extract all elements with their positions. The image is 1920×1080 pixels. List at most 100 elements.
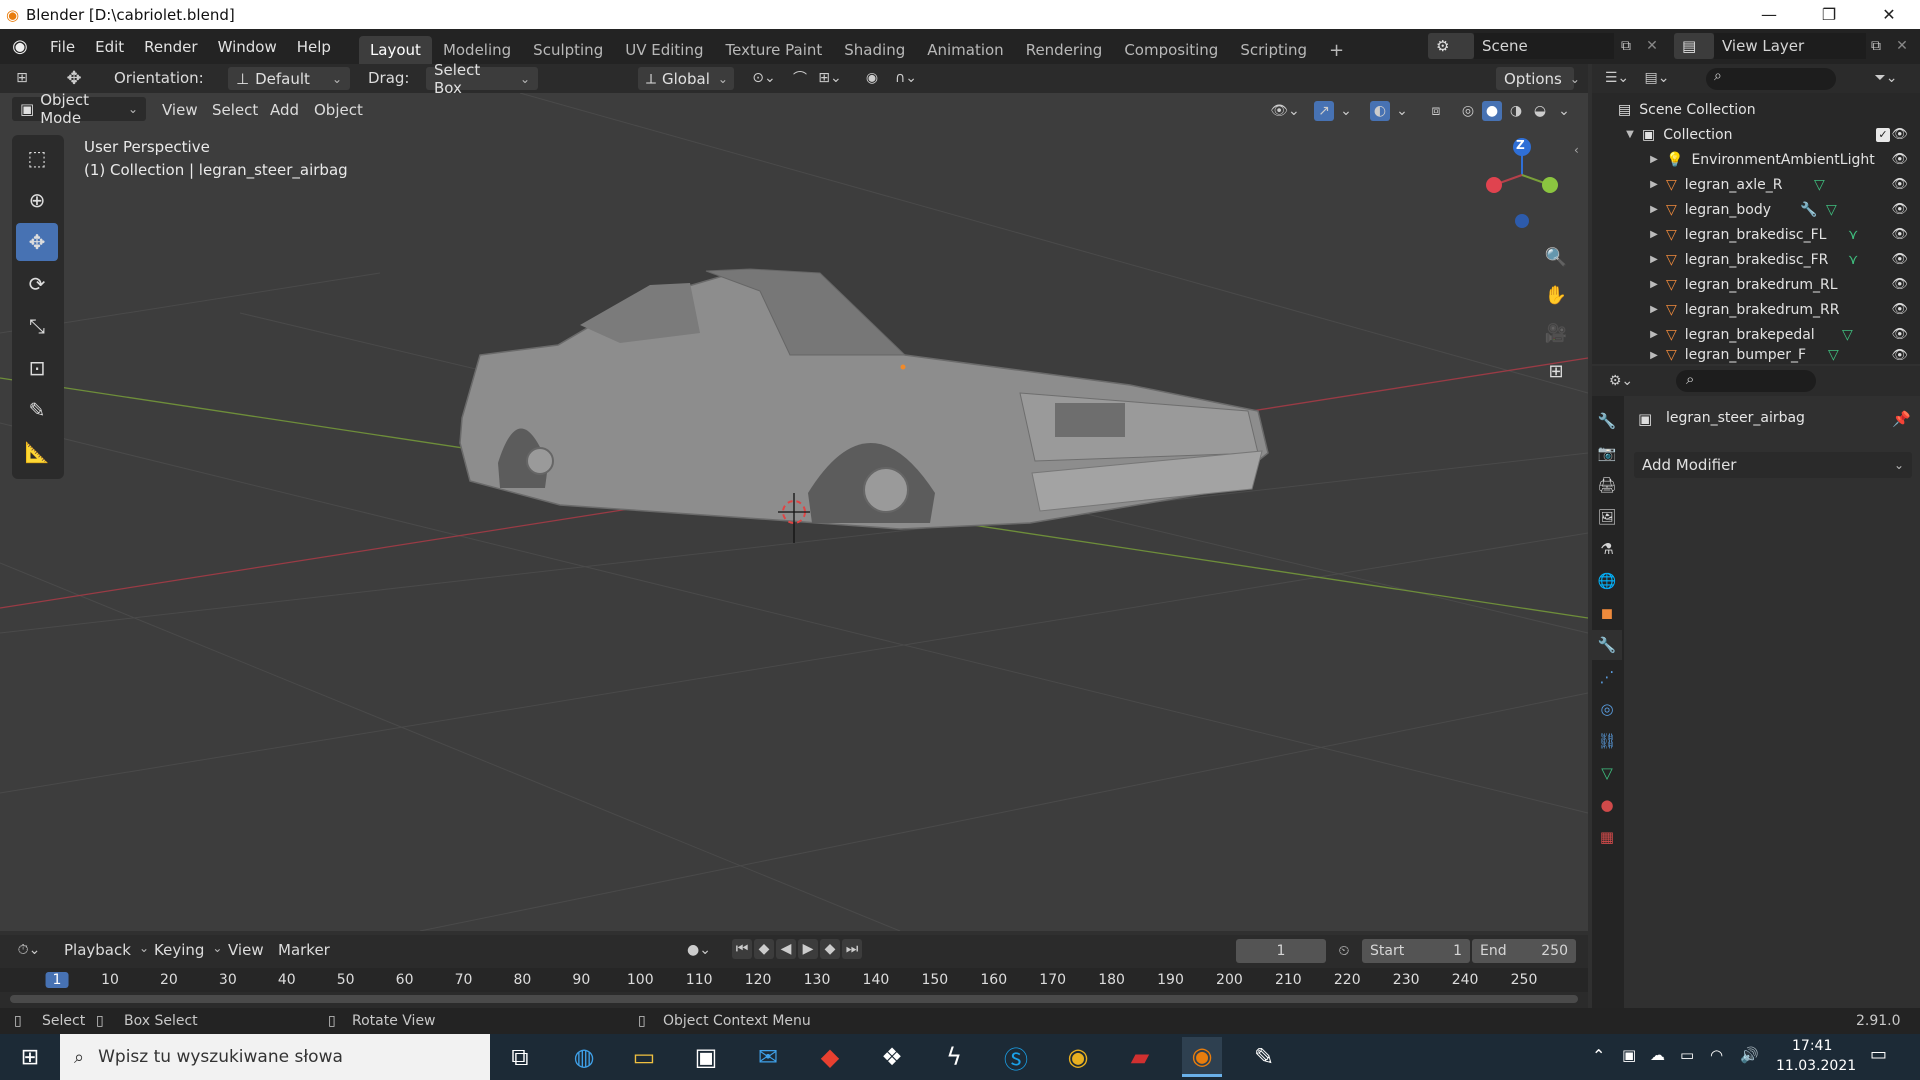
visibility-eye-icon[interactable]: 👁	[1891, 177, 1908, 192]
frame-tick[interactable]: 50	[337, 972, 355, 988]
wireframe-shading-icon[interactable]: ◎	[1458, 101, 1478, 121]
notification-icon[interactable]: ▭	[1870, 1044, 1887, 1065]
frame-tick[interactable]: 200	[1216, 972, 1243, 988]
frame-tick[interactable]: 140	[863, 972, 890, 988]
end-frame-field[interactable]: End 250	[1472, 939, 1576, 963]
timeline-scrollbar[interactable]	[10, 995, 1578, 1003]
frame-tick[interactable]: 30	[219, 972, 237, 988]
outliner-item[interactable]: ▶ ▽ legran_brakedisc_FL ⋎ 👁	[1592, 222, 1920, 247]
frame-tick[interactable]: 250	[1511, 972, 1538, 988]
timeline-view-menu[interactable]: View	[228, 941, 264, 959]
material-shading-icon[interactable]: ◑	[1506, 101, 1526, 121]
object-mode-dropdown[interactable]: ▣ Object Mode	[12, 93, 146, 127]
expand-arrow-icon[interactable]: ▶	[1646, 254, 1662, 265]
editor-type-icon[interactable]: ⊞	[12, 68, 32, 88]
keying-menu[interactable]: Keying	[154, 941, 222, 959]
viewport-menu-select[interactable]: Select	[212, 101, 258, 119]
texture-tab-icon[interactable]: ▦	[1592, 822, 1622, 852]
new-view-layer-icon[interactable]: ⧉	[1866, 36, 1886, 56]
expand-arrow-icon[interactable]: ▶	[1646, 304, 1662, 315]
expand-arrow-icon[interactable]: ▶	[1646, 350, 1662, 361]
tool-tab-icon[interactable]: 🔧	[1592, 406, 1622, 436]
snap-target-icon[interactable]: ⊞⌄	[814, 68, 846, 88]
shading-dropdown-icon[interactable]: ⌄	[1554, 101, 1574, 121]
options-dropdown[interactable]: Options	[1496, 67, 1574, 90]
red-folder-app-icon[interactable]: ▰	[1120, 1037, 1160, 1077]
rotate-tool-icon[interactable]: ⟳	[16, 265, 58, 303]
outliner-item[interactable]: ▶ ▽ legran_axle_R ▽ 👁	[1592, 172, 1920, 197]
gizmo-dropdown-icon[interactable]: ⌄	[1336, 101, 1356, 121]
overlays-dropdown-icon[interactable]: ⌄	[1392, 101, 1412, 121]
3d-viewport[interactable]: ▣ Object Mode View Select Add Object 👁⌄ ↗…	[0, 93, 1588, 931]
expand-arrow-icon[interactable]: ▶	[1646, 179, 1662, 190]
maximize-button[interactable]: ❐	[1806, 0, 1852, 29]
collection-row[interactable]: ▼ ▣ Collection ✓ 👁	[1592, 122, 1920, 147]
expand-arrow-icon[interactable]: ▶	[1646, 229, 1662, 240]
display-mode-icon[interactable]: ▤⌄	[1640, 68, 1674, 88]
visibility-filter-icon[interactable]: 👁⌄	[1268, 101, 1302, 121]
lightning-app-icon[interactable]: ϟ	[934, 1037, 974, 1077]
tab-rendering[interactable]: Rendering	[1015, 36, 1114, 64]
marker-menu[interactable]: Marker	[278, 941, 330, 959]
rendered-shading-icon[interactable]: ◒	[1530, 101, 1550, 121]
prev-keyframe-icon[interactable]: ◆	[754, 939, 774, 959]
scene-tab-icon[interactable]: ⚗	[1592, 534, 1622, 564]
collection-checkbox[interactable]: ✓	[1876, 127, 1890, 142]
tray-chevron-icon[interactable]: ⌃	[1592, 1046, 1605, 1065]
scene-browse-button[interactable]: ⚙	[1428, 33, 1474, 59]
clock-date[interactable]: 11.03.2021	[1776, 1058, 1856, 1074]
volume-icon[interactable]: 🔊	[1740, 1046, 1759, 1064]
visibility-eye-icon[interactable]: 👁	[1891, 227, 1908, 242]
auto-keying-icon[interactable]: ●⌄	[678, 940, 720, 960]
frame-ruler[interactable]: 1 10 20 30 40 50 60 70 80 90 100 110 120 130 140 150 160…	[0, 968, 1588, 992]
visibility-eye-icon[interactable]: 👁	[1891, 202, 1908, 217]
viewport-menu-add[interactable]: Add	[270, 101, 299, 119]
preview-range-icon[interactable]: ⏲	[1334, 941, 1354, 961]
frame-tick[interactable]: 240	[1452, 972, 1479, 988]
clock-time[interactable]: 17:41	[1792, 1038, 1832, 1054]
physics-tab-icon[interactable]: ◎	[1592, 694, 1622, 724]
outliner-search-input[interactable]: ⌕	[1706, 68, 1836, 90]
filter-icon[interactable]: ⏷⌄	[1868, 68, 1904, 88]
camera-view-icon[interactable]: 🎥	[1538, 315, 1574, 351]
expand-arrow-icon[interactable]: ▼	[1622, 129, 1638, 140]
outliner-item[interactable]: ▶ ▽ legran_brakedrum_RR 👁	[1592, 297, 1920, 322]
scene-collection-row[interactable]: ▤ Scene Collection	[1592, 97, 1920, 122]
scene-name-field[interactable]: Scene	[1474, 33, 1614, 59]
tray-weather-icon[interactable]: ☁	[1650, 1046, 1665, 1064]
outliner-editor-type-icon[interactable]: ☰⌄	[1600, 68, 1634, 88]
proportional-edit-icon[interactable]: ◉	[862, 68, 882, 88]
windows-start-icon[interactable]: ⊞	[10, 1037, 50, 1077]
menu-render[interactable]: Render	[134, 38, 207, 56]
playback-menu[interactable]: Playback	[64, 941, 149, 959]
tab-compositing[interactable]: Compositing	[1113, 36, 1229, 64]
visibility-eye-icon[interactable]: 👁	[1891, 327, 1908, 342]
modifier-tab-icon[interactable]: 🔧	[1592, 630, 1622, 660]
frame-tick[interactable]: 190	[1157, 972, 1184, 988]
visibility-eye-icon[interactable]: 👁	[1891, 152, 1908, 167]
jump-end-icon[interactable]: ⏭	[842, 939, 862, 959]
task-view-icon[interactable]: ⧉	[500, 1037, 540, 1077]
properties-search-input[interactable]: ⌕	[1676, 370, 1816, 392]
data-tab-icon[interactable]: ▽	[1592, 758, 1622, 788]
frame-tick[interactable]: 10	[101, 972, 119, 988]
wifi-icon[interactable]: ◠	[1710, 1046, 1723, 1064]
solid-shading-icon[interactable]: ●	[1482, 101, 1502, 121]
frame-tick[interactable]: 40	[278, 972, 296, 988]
measure-tool-icon[interactable]: 📐	[16, 433, 58, 471]
render-tab-icon[interactable]: 📷	[1592, 438, 1622, 468]
cursor-tool-icon[interactable]: ⊕	[16, 181, 58, 219]
add-modifier-dropdown[interactable]: Add Modifier	[1634, 452, 1912, 478]
outliner-item[interactable]: ▶ ▽ legran_brakepedal ▽ 👁	[1592, 322, 1920, 347]
tab-sculpting[interactable]: Sculpting	[522, 36, 614, 64]
tab-scripting[interactable]: Scripting	[1229, 36, 1318, 64]
navigation-gizmo[interactable]	[1476, 133, 1576, 233]
view-layer-tab-icon[interactable]: 🖼	[1592, 502, 1622, 532]
microsoft-store-icon[interactable]: ▣	[686, 1037, 726, 1077]
expand-arrow-icon[interactable]: ▶	[1646, 204, 1662, 215]
sidebar-toggle-icon[interactable]: ‹	[1574, 143, 1579, 157]
timeline-editor-type-icon[interactable]: ⏱⌄	[12, 940, 46, 960]
move-tool-button[interactable]: ✥	[16, 223, 58, 261]
minimize-button[interactable]: —	[1746, 0, 1792, 29]
object-tab-icon[interactable]: ◼	[1592, 598, 1622, 628]
